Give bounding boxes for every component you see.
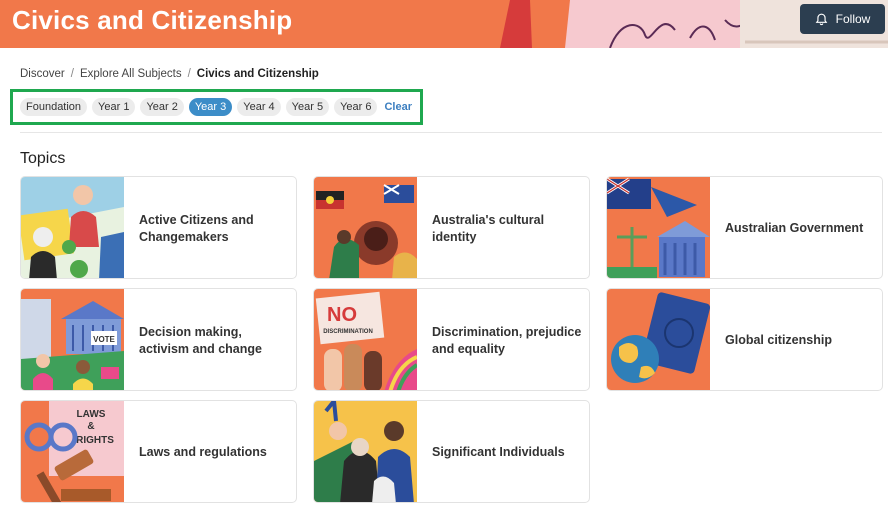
no-discrimination-illustration-icon: NO DISCRIMINATION	[314, 289, 417, 390]
clear-filter-link[interactable]: Clear	[384, 101, 412, 113]
topic-card-label: Australian Government	[725, 221, 864, 236]
breadcrumb-current: Civics and Citizenship	[196, 68, 319, 80]
flags-illustration-icon	[314, 177, 417, 278]
ampersand-sign-text: &	[87, 421, 94, 432]
vote-illustration-icon: VOTE	[21, 289, 124, 390]
topics-heading: Topics	[20, 150, 66, 167]
year-filter: Foundation Year 1 Year 2 Year 3 Year 4 Y…	[20, 98, 412, 116]
discrimination-sign-text: DISCRIMINATION	[323, 329, 373, 335]
year-chip-year-4[interactable]: Year 4	[237, 98, 281, 116]
topic-card-label: Global citizenship	[725, 333, 832, 348]
topic-card-laws-regulations[interactable]: LAWS & RIGHTS Laws and regulations	[20, 400, 297, 503]
year-chip-year-6[interactable]: Year 6	[334, 98, 378, 116]
page-title: Civics and Citizenship	[12, 5, 293, 35]
laws-sign-text: LAWS	[77, 409, 106, 420]
topic-card-label: Laws and regulations	[139, 445, 267, 460]
globe-passport-illustration-icon	[607, 289, 710, 390]
bell-icon	[815, 13, 827, 25]
follow-button[interactable]: Follow	[800, 4, 885, 34]
topic-card-label: Significant Individuals	[432, 445, 565, 460]
follow-label: Follow	[835, 12, 871, 26]
activists-illustration-icon	[21, 177, 124, 278]
rights-sign-text: RIGHTS	[76, 435, 114, 446]
vote-sign-text: VOTE	[93, 335, 115, 344]
parliament-illustration-icon	[607, 177, 710, 278]
topic-card-significant-individuals[interactable]: Significant Individuals	[313, 400, 590, 503]
topic-card-label: Active Citizens and Changemakers	[139, 213, 254, 244]
topic-card-label: Australia's cultural identity	[432, 213, 545, 244]
gavel-illustration-icon: LAWS & RIGHTS	[21, 401, 124, 502]
topic-card-cultural-identity[interactable]: Australia's cultural identity	[313, 176, 590, 279]
breadcrumb-separator: /	[187, 68, 191, 80]
year-chip-foundation[interactable]: Foundation	[20, 98, 88, 116]
breadcrumb-separator: /	[70, 68, 74, 80]
no-sign-text: NO	[327, 304, 357, 326]
topic-card-global-citizenship[interactable]: Global citizenship	[606, 288, 883, 391]
breadcrumb-discover[interactable]: Discover	[20, 68, 65, 80]
topic-card-decision-making[interactable]: VOTE Decision making, activism and chang…	[20, 288, 297, 391]
header-banner: Civics and Citizenship Follow	[0, 0, 888, 48]
topic-card-label: Discrimination, prejudice and equality	[432, 325, 582, 356]
breadcrumb: Discover / Explore All Subjects / Civics…	[20, 68, 319, 80]
portraits-illustration-icon	[314, 401, 417, 502]
divider	[20, 132, 882, 133]
year-chip-year-1[interactable]: Year 1	[92, 98, 136, 116]
year-chip-year-5[interactable]: Year 5	[285, 98, 330, 116]
topic-card-discrimination[interactable]: NO DISCRIMINATION Discrimination, prejud…	[313, 288, 590, 391]
year-chip-year-3[interactable]: Year 3	[188, 98, 233, 116]
topic-card-label: Decision making, activism and change	[139, 325, 262, 356]
breadcrumb-explore-all-subjects[interactable]: Explore All Subjects	[80, 68, 182, 80]
year-chip-year-2[interactable]: Year 2	[140, 98, 184, 116]
topic-card-active-citizens[interactable]: Active Citizens and Changemakers	[20, 176, 297, 279]
topic-card-australian-government[interactable]: Australian Government	[606, 176, 883, 279]
